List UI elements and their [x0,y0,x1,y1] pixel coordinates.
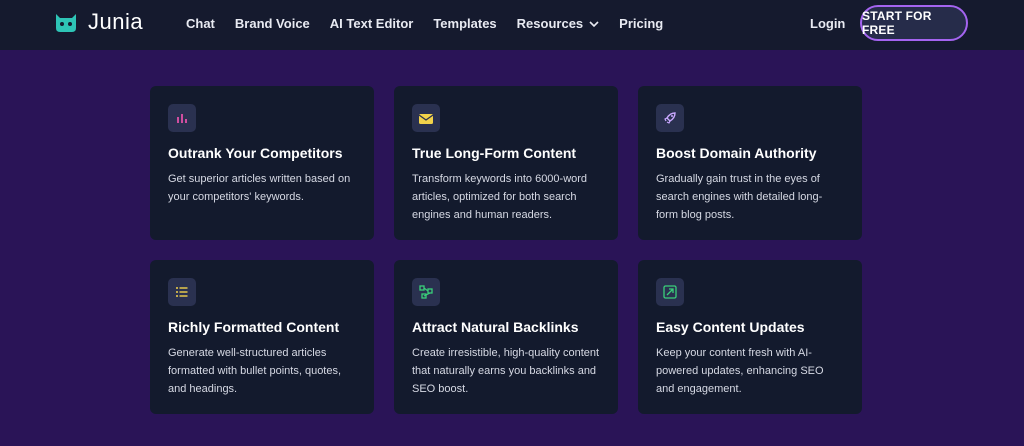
feature-card-backlinks: Attract Natural Backlinks Create irresis… [394,260,618,414]
nav-pricing[interactable]: Pricing [619,16,663,31]
nav-templates-label: Templates [433,16,497,31]
feature-title: Outrank Your Competitors [168,145,343,161]
main-menu: Chat Brand Voice AI Text Editor Template… [186,16,683,31]
login-link[interactable]: Login [810,16,845,31]
nav-chat[interactable]: Chat [186,16,215,31]
feature-description: Generate well-structured articles format… [168,347,342,395]
feature-card-richly-formatted: Richly Formatted Content Generate well-s… [150,260,374,414]
nav-ai-text-editor-label: AI Text Editor [329,16,414,31]
update-icon [663,285,677,299]
feature-description: Keep your content fresh with AI-powered … [656,347,824,395]
feature-card-domain-authority: Boost Domain Authority Gradually gain tr… [638,86,862,240]
cat-logo-icon [56,14,76,32]
feature-icon-box [168,278,196,306]
nav-pricing-label: Pricing [619,16,664,31]
bar-chart-icon [177,114,187,123]
network-icon [419,285,433,299]
nav-ai-text-editor[interactable]: AI Text Editor [330,16,414,31]
feature-title: Boost Domain Authority [656,145,817,161]
feature-title: Richly Formatted Content [168,319,340,335]
nav-brand-voice-label: Brand Voice [234,16,310,31]
feature-card-long-form: True Long-Form Content Transform keyword… [394,86,618,240]
feature-title: Attract Natural Backlinks [412,319,579,335]
feature-description: Gradually gain trust in the eyes of sear… [656,173,823,221]
feature-icon-box [656,104,684,132]
feature-title: True Long-Form Content [412,145,577,161]
feature-description: Get superior articles written based on y… [168,173,351,203]
nav-resources[interactable]: Resources [517,16,599,31]
brand-name: Junia [88,9,144,34]
nav-brand-voice[interactable]: Brand Voice [235,16,310,31]
feature-icon-box [412,104,440,132]
feature-description: Create irresistible, high-quality conten… [412,347,600,395]
feature-description: Transform keywords into 6000-word articl… [412,173,588,221]
feature-card-content-updates: Easy Content Updates Keep your content f… [638,260,862,414]
brand-logo[interactable]: Junia [52,8,143,36]
feature-title: Easy Content Updates [656,319,805,335]
start-for-free-button[interactable]: START FOR FREE [860,5,968,41]
feature-icon-box [412,278,440,306]
feature-icon-box [656,278,684,306]
feature-card-outrank: Outrank Your Competitors Get superior ar… [150,86,374,240]
rocket-icon [664,112,676,124]
top-nav: Junia Chat Brand Voice AI Text Editor Te… [0,0,1024,50]
envelope-icon [418,114,434,124]
nav-resources-label: Resources [516,16,584,31]
list-icon [176,287,188,297]
nav-chat-label: Chat [186,16,215,31]
feature-icon-box [168,104,196,132]
nav-templates[interactable]: Templates [433,16,496,31]
chevron-down-icon [589,20,599,27]
